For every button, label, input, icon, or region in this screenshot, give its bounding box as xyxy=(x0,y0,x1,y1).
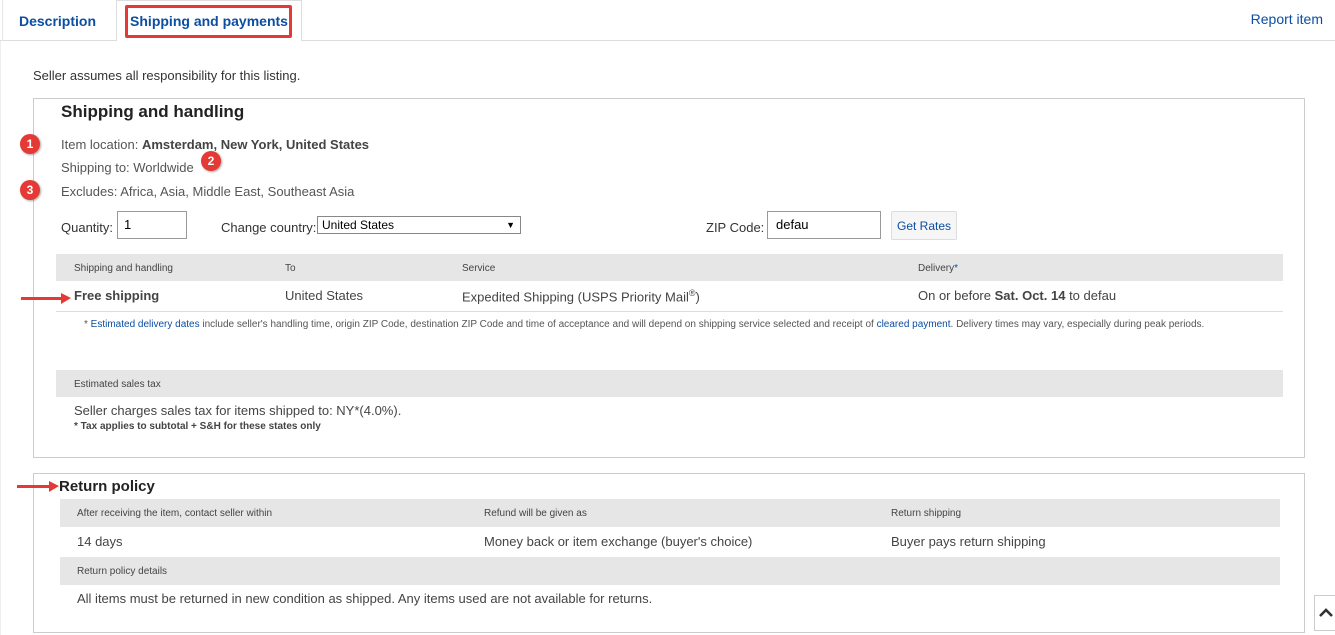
return-details-header-label: Return policy details xyxy=(77,566,168,577)
column-header-shipping: Shipping and handling xyxy=(74,263,173,274)
return-table-header: After receiving the item, contact seller… xyxy=(60,499,1280,527)
item-location: Item location: Amsterdam, New York, Unit… xyxy=(61,137,369,152)
annotation-badge-1: 1 xyxy=(20,134,40,154)
return-contact-days: 14 days xyxy=(77,534,123,549)
column-header-service: Service xyxy=(462,263,496,274)
note-end: . Delivery times may vary, especially du… xyxy=(950,319,1205,330)
sales-tax-note: * Tax applies to subtotal + S&H for thes… xyxy=(74,421,321,432)
zip-code-input[interactable]: defau xyxy=(767,211,881,239)
table-row: Free shipping United States Expedited Sh… xyxy=(56,282,1283,312)
delivery-header-label: Delivery xyxy=(918,263,955,274)
return-shipping-payer: Buyer pays return shipping xyxy=(891,534,1046,549)
sales-tax-header-label: Estimated sales tax xyxy=(74,379,161,390)
note-middle: include seller's handling time, origin Z… xyxy=(199,319,877,330)
quantity-label: Quantity: xyxy=(61,220,114,235)
shipping-to: Shipping to: Worldwide xyxy=(61,160,194,175)
delivery-suffix: to defau xyxy=(1069,288,1117,303)
shipping-cost: Free shipping xyxy=(74,288,160,303)
zip-code-label: ZIP Code: xyxy=(706,220,765,235)
tab-shipping-and-payments[interactable]: Shipping and payments xyxy=(116,0,302,42)
seller-responsibility-text: Seller assumes all responsibility for th… xyxy=(33,68,301,83)
table-row: 14 days Money back or item exchange (buy… xyxy=(60,528,1280,556)
annotation-highlight-box xyxy=(125,5,292,38)
return-details-text: All items must be returned in new condit… xyxy=(77,591,653,606)
column-header-to: To xyxy=(285,263,296,274)
country-select[interactable]: United States ▼ xyxy=(317,216,521,234)
item-location-value: Amsterdam, New York, United States xyxy=(141,137,370,152)
report-item-link[interactable]: Report item xyxy=(1251,11,1323,27)
scroll-to-top-button[interactable] xyxy=(1314,595,1335,631)
tab-description-label: Description xyxy=(18,12,96,29)
return-policy-section: Return policy After receiving the item, … xyxy=(33,473,1305,633)
country-select-value: United States xyxy=(322,218,395,232)
estimated-delivery-dates-link[interactable]: Estimated delivery dates xyxy=(91,319,200,330)
return-policy-heading: Return policy xyxy=(59,478,155,495)
chevron-up-icon xyxy=(1318,608,1333,617)
column-header-refund: Refund will be given as xyxy=(484,508,587,519)
column-header-delivery: Delivery* xyxy=(918,263,958,274)
annotation-arrow-return-policy xyxy=(17,481,59,492)
shipping-excludes: Excludes: Africa, Asia, Middle East, Sou… xyxy=(61,184,355,199)
change-country-label: Change country: xyxy=(221,220,317,235)
quantity-input[interactable]: 1 xyxy=(117,211,187,239)
triangle-down-icon: ▼ xyxy=(506,220,515,230)
registered-mark: ® xyxy=(688,288,696,298)
shipping-service-close: ) xyxy=(695,289,700,305)
sales-tax-header: Estimated sales tax xyxy=(56,370,1283,397)
annotation-badge-3: 3 xyxy=(20,180,40,200)
delivery-asterisk: * xyxy=(954,263,959,274)
delivery-note: * Estimated delivery dates include selle… xyxy=(84,318,1254,331)
annotation-arrow-free-shipping xyxy=(21,293,71,304)
tab-description[interactable]: Description xyxy=(2,0,112,41)
shipping-destination: United States xyxy=(285,288,364,303)
annotation-badge-2: 2 xyxy=(201,151,221,171)
return-details-header: Return policy details xyxy=(60,557,1280,585)
shipping-table-header: Shipping and handling To Service Deliver… xyxy=(56,254,1283,281)
column-header-contact: After receiving the item, contact seller… xyxy=(77,508,273,519)
get-rates-button[interactable]: Get Rates xyxy=(891,211,957,240)
sales-tax-text: Seller charges sales tax for items shipp… xyxy=(74,403,402,418)
cleared-payment-link[interactable]: cleared payment xyxy=(877,319,951,330)
shipping-handling-section: Shipping and handling Item location: Ams… xyxy=(33,98,1305,458)
delivery-estimate: On or before Sat. Oct. 14 to defau xyxy=(918,288,1116,303)
shipping-heading: Shipping and handling xyxy=(61,102,245,121)
tab-bar: Description Shipping and payments Report… xyxy=(0,0,1335,42)
note-star: * xyxy=(84,319,91,330)
column-header-return-shipping: Return shipping xyxy=(891,508,962,519)
tab-content: Seller assumes all responsibility for th… xyxy=(0,41,1335,635)
delivery-date: Sat. Oct. 14 xyxy=(994,288,1066,303)
delivery-prefix: On or before xyxy=(918,288,991,303)
item-location-label: Item location: xyxy=(61,137,139,152)
shipping-service: Expedited Shipping (USPS Priority Mail®) xyxy=(462,288,700,304)
return-refund-type: Money back or item exchange (buyer's cho… xyxy=(484,534,753,549)
shipping-service-name: Expedited Shipping (USPS Priority Mail xyxy=(462,289,689,305)
